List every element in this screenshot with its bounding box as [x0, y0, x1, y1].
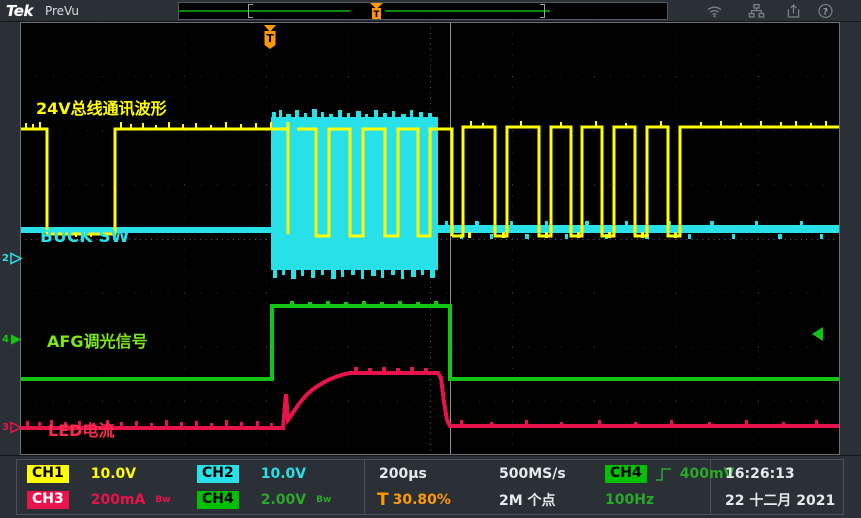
- record-length-setting[interactable]: 2M 个点: [499, 487, 556, 513]
- ch3-waveform-label: LED电流: [48, 417, 114, 441]
- svg-text:T: T: [373, 10, 380, 20]
- ch3-led-current-trace: [20, 373, 840, 428]
- acquisition-state-label: PreVu: [45, 4, 79, 18]
- trigger-pos-icon: T: [377, 490, 389, 510]
- trigger-level-arrow[interactable]: [812, 327, 823, 341]
- sample-rate-setting[interactable]: 500MS/s: [499, 461, 566, 487]
- ch4-badge[interactable]: CH4: [197, 491, 239, 509]
- horizontal-settings-group: 200µs T 30.80% 500MS/s 2M 个点 CH4: [365, 460, 710, 514]
- timebase-setting[interactable]: 200µs: [379, 461, 427, 487]
- ch4-channel-marker[interactable]: 4: [2, 331, 22, 347]
- ch4-scale-value: 2.00V: [261, 492, 306, 508]
- ch2-marker-number: 2: [2, 253, 9, 264]
- rising-edge-icon: [655, 467, 672, 482]
- graticule-area: 24V总线通讯波形 BUCK SW AFG调光信号 LED电流 T 2 4: [0, 22, 861, 455]
- status-bar: CH1 10.0V CH3 200mA Bw CH2 10.0V CH4 2.0…: [0, 455, 861, 518]
- tek-logo: Tek: [6, 2, 33, 20]
- wifi-icon[interactable]: [706, 3, 723, 19]
- date-value: 22 十二月 2021: [725, 490, 835, 510]
- overview-trigger-marker-icon[interactable]: T: [370, 3, 383, 20]
- ch4-marker-number: 4: [2, 334, 9, 345]
- overview-trace-left: [178, 10, 350, 12]
- clock-time: 16:26:13: [725, 461, 795, 487]
- ch3-badge[interactable]: CH3: [27, 491, 69, 509]
- ch3-channel-marker[interactable]: 3: [2, 419, 22, 435]
- datetime-group[interactable]: 16:26:13 22 十二月 2021: [711, 460, 843, 514]
- save-icon[interactable]: [785, 3, 802, 19]
- ch4-waveform-label: AFG调光信号: [47, 328, 147, 352]
- ch3-setting[interactable]: CH3 200mA Bw: [27, 487, 171, 513]
- time-value: 16:26:13: [725, 466, 795, 482]
- ch1-scale-value: 10.0V: [91, 466, 136, 482]
- clock-date: 22 十二月 2021: [725, 487, 835, 513]
- help-icon[interactable]: ?: [817, 3, 834, 19]
- oscilloscope-screen: Tek PreVu T: [0, 0, 861, 518]
- svg-text:T: T: [266, 32, 274, 45]
- overview-zoom-bracket-right[interactable]: [540, 4, 545, 18]
- ch1-setting[interactable]: CH1 10.0V: [27, 461, 136, 487]
- trigger-pos-value: 30.80%: [393, 492, 451, 508]
- ch3-bandwidth-icon: Bw: [155, 495, 170, 505]
- ch2-badge[interactable]: CH2: [197, 465, 239, 483]
- ch1-bus-comm-trace: [20, 122, 840, 236]
- ch2-setting[interactable]: CH2 10.0V: [197, 461, 306, 487]
- waveform-display[interactable]: 24V总线通讯波形 BUCK SW AFG调光信号 LED电流: [20, 22, 840, 455]
- ch2-scale-value: 10.0V: [261, 466, 306, 482]
- trigger-freq-value: 100Hz: [605, 492, 654, 508]
- ch3-noise: [26, 367, 818, 428]
- ch4-bandwidth-icon: Bw: [316, 495, 331, 505]
- network-icon[interactable]: [748, 3, 765, 19]
- ch3-marker-number: 3: [2, 422, 9, 433]
- trigger-frequency: 100Hz: [605, 487, 654, 513]
- sample-rate-value: 500MS/s: [499, 466, 566, 482]
- waveform-traces: [20, 22, 840, 455]
- ch3-scale-value: 200mA: [91, 492, 146, 508]
- overview-zoom-bracket-left[interactable]: [248, 4, 253, 18]
- ch4-marker-arrow-icon: [10, 333, 22, 346]
- channel-settings-group: CH1 10.0V CH3 200mA Bw CH2 10.0V CH4 2.0…: [17, 460, 364, 514]
- ch3-marker-arrow-icon: [10, 421, 22, 434]
- ch2-channel-marker[interactable]: 2: [2, 250, 22, 266]
- trigger-position-setting[interactable]: T 30.80%: [377, 487, 451, 513]
- trigger-source-badge[interactable]: CH4: [605, 465, 647, 483]
- overview-trace-right: [385, 10, 550, 12]
- ch2-waveform-label: BUCK SW: [40, 227, 129, 247]
- ch1-waveform-label: 24V总线通讯波形: [36, 95, 167, 119]
- svg-text:?: ?: [823, 7, 828, 17]
- ch2-marker-arrow-icon: [10, 252, 22, 265]
- ch4-setting[interactable]: CH4 2.00V Bw: [197, 487, 331, 513]
- ch1-badge[interactable]: CH1: [27, 465, 69, 483]
- timebase-value: 200µs: [379, 466, 427, 482]
- trigger-position-marker[interactable]: T: [262, 25, 278, 49]
- top-toolbar: Tek PreVu T: [0, 0, 861, 22]
- record-length-value: 2M 个点: [499, 490, 556, 510]
